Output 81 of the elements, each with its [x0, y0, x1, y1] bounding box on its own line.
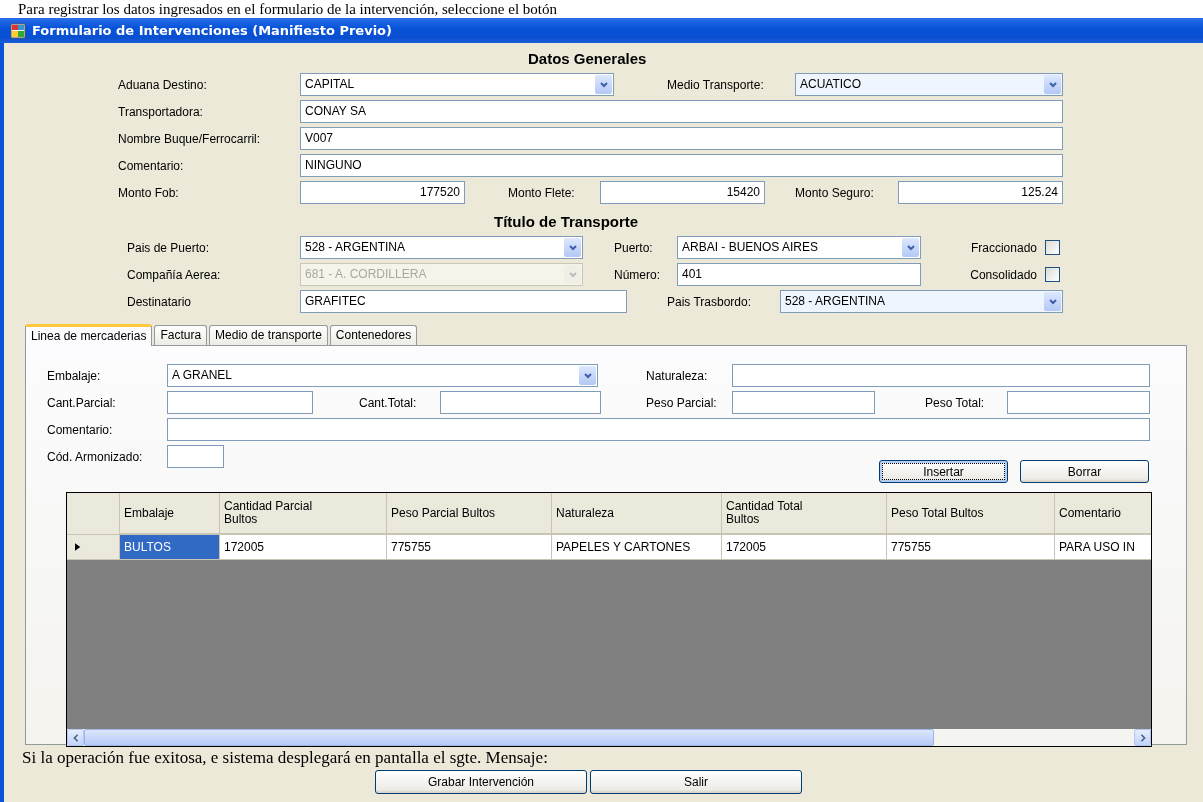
- window-title: Formulario de Intervenciones (Manifiesto Previo): [32, 23, 392, 38]
- chevron-down-icon: [579, 366, 596, 385]
- tab[interactable]: Medio de transporte: [209, 325, 328, 345]
- field-label: Comentario:: [47, 422, 114, 437]
- field-label: Cód. Armonizado:: [47, 449, 144, 464]
- section-heading: Datos Generales: [527, 49, 648, 69]
- field-label: Naturaleza:: [646, 368, 709, 383]
- action-button[interactable]: Borrar: [1020, 460, 1149, 483]
- checkbox[interactable]: [1045, 240, 1060, 255]
- field-label: Número:: [614, 267, 661, 282]
- field-label: Peso Total:: [925, 395, 986, 410]
- text-field[interactable]: 177520: [300, 181, 465, 204]
- scroll-left-icon[interactable]: [67, 729, 84, 746]
- text-field[interactable]: [732, 391, 875, 414]
- app-icon: [10, 22, 26, 39]
- field-label: Comentario:: [118, 158, 185, 173]
- text-field[interactable]: NINGUNO: [300, 154, 1063, 177]
- field-label: Aduana Destino:: [118, 77, 208, 92]
- text-field[interactable]: 401: [677, 263, 921, 286]
- scroll-right-icon[interactable]: [1134, 729, 1151, 746]
- field-label: Monto Fob:: [118, 185, 180, 200]
- dropdown[interactable]: 528 - ARGENTINA: [300, 236, 583, 259]
- checkbox-label: Fraccionado: [969, 240, 1038, 255]
- checkbox[interactable]: [1045, 267, 1060, 282]
- dropdown[interactable]: ACUATICO: [795, 73, 1063, 96]
- text-field[interactable]: GRAFITEC: [300, 290, 627, 313]
- table-cell[interactable]: PARA USO IN: [1055, 535, 1151, 560]
- dropdown[interactable]: A GRANEL: [167, 364, 598, 387]
- text-field[interactable]: CONAY SA: [300, 100, 1063, 123]
- field-label: Medio Transporte:: [667, 77, 765, 92]
- table-cell[interactable]: PAPELES Y CARTONES: [552, 535, 722, 560]
- dropdown[interactable]: 528 - ARGENTINA: [780, 290, 1063, 313]
- field-label: Monto Seguro:: [795, 185, 875, 200]
- table-cell[interactable]: 172005: [220, 535, 387, 560]
- chevron-down-icon: [595, 75, 612, 94]
- horizontal-scrollbar[interactable]: [67, 729, 1151, 746]
- text-field[interactable]: [167, 418, 1150, 441]
- text-field[interactable]: 125.24: [898, 181, 1063, 204]
- action-button[interactable]: Insertar: [879, 460, 1008, 483]
- field-label: Nombre Buque/Ferrocarril:: [118, 131, 262, 146]
- dropdown[interactable]: CAPITAL: [300, 73, 614, 96]
- table-cell[interactable]: BULTOS: [120, 535, 220, 560]
- text-field[interactable]: [732, 364, 1150, 387]
- table-cell[interactable]: 775755: [387, 535, 552, 560]
- checkbox-label: Consolidado: [969, 267, 1038, 282]
- chevron-down-icon: [902, 238, 919, 257]
- field-label: Destinatario: [127, 294, 193, 309]
- field-label: Compañía Aerea:: [127, 267, 222, 282]
- field-label: Transportadora:: [118, 104, 204, 119]
- text-field[interactable]: [167, 445, 224, 468]
- field-label: Peso Parcial:: [646, 395, 718, 410]
- dropdown[interactable]: ARBAI - BUENOS AIRES: [677, 236, 921, 259]
- row-header[interactable]: [67, 535, 120, 560]
- chevron-down-icon: [1044, 292, 1061, 311]
- field-label: Cant.Total:: [359, 395, 418, 410]
- field-label: Pais Trasbordo:: [667, 294, 753, 309]
- field-label: Puerto:: [614, 240, 654, 255]
- text-field[interactable]: [440, 391, 601, 414]
- chevron-down-icon: [1044, 75, 1061, 94]
- tab[interactable]: Linea de mercaderias: [25, 324, 153, 346]
- document-text: Si la operación fue exitosa, e sistema desplegará en pantalla el sgte. Mensaje:: [22, 748, 549, 769]
- action-button[interactable]: Salir: [590, 770, 802, 794]
- field-label: Cant.Parcial:: [47, 395, 117, 410]
- section-heading: Título de Transporte: [493, 212, 640, 232]
- table-cell[interactable]: 172005: [722, 535, 887, 560]
- tab[interactable]: Contenedores: [329, 325, 418, 345]
- tab[interactable]: Factura: [154, 325, 208, 345]
- document-text: Para registrar los datos ingresados en el formulario de la intervención, seleccione el botón: [17, 0, 558, 18]
- field-label: Monto Flete:: [508, 185, 576, 200]
- current-row-icon: [75, 542, 81, 552]
- text-field[interactable]: 15420: [600, 181, 765, 204]
- text-field[interactable]: [1007, 391, 1150, 414]
- table-cell[interactable]: 775755: [887, 535, 1055, 560]
- field-label: Pais de Puerto:: [127, 240, 211, 255]
- text-field[interactable]: [167, 391, 313, 414]
- scrollbar-thumb[interactable]: [84, 729, 934, 746]
- action-button[interactable]: Grabar Intervención: [375, 770, 587, 794]
- field-label: Embalaje:: [47, 368, 102, 383]
- chevron-down-icon: [564, 265, 581, 284]
- text-field[interactable]: V007: [300, 127, 1063, 150]
- chevron-down-icon: [564, 238, 581, 257]
